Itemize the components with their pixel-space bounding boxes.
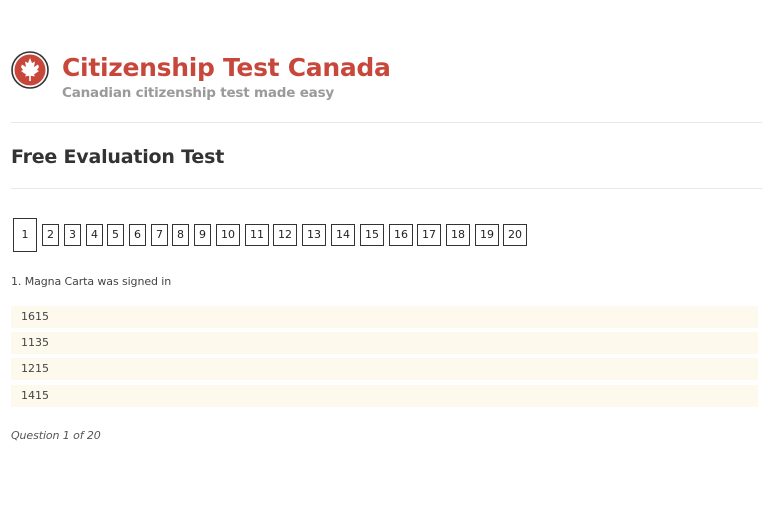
page-button-7[interactable]: 7: [151, 224, 168, 246]
page-button-13[interactable]: 13: [302, 224, 326, 246]
page-button-1[interactable]: 1: [13, 218, 37, 252]
page-button-14[interactable]: 14: [331, 224, 355, 246]
page-title: Free Evaluation Test: [11, 146, 225, 168]
page-button-9[interactable]: 9: [194, 224, 211, 246]
page-button-12[interactable]: 12: [273, 224, 297, 246]
page-button-18[interactable]: 18: [446, 224, 470, 246]
maple-leaf-icon[interactable]: [11, 51, 49, 89]
answer-option-4[interactable]: 1415: [11, 385, 758, 407]
page-button-11[interactable]: 11: [245, 224, 269, 246]
question-text: 1. Magna Carta was signed in: [11, 275, 172, 288]
question-progress: Question 1 of 20: [11, 429, 101, 442]
page-button-16[interactable]: 16: [389, 224, 413, 246]
site-title[interactable]: Citizenship Test Canada: [62, 53, 391, 83]
page-button-5[interactable]: 5: [107, 224, 124, 246]
header-divider: [11, 122, 762, 123]
answer-option-3[interactable]: 1215: [11, 358, 758, 380]
site-header: Citizenship Test Canada Canadian citizen…: [11, 50, 751, 101]
answer-option-1[interactable]: 1615: [11, 306, 758, 328]
page-button-6[interactable]: 6: [129, 224, 146, 246]
title-divider: [11, 188, 762, 189]
page-button-19[interactable]: 19: [475, 224, 499, 246]
site-tagline: Canadian citizenship test made easy: [62, 85, 335, 101]
page-button-17[interactable]: 17: [417, 224, 441, 246]
page-button-15[interactable]: 15: [360, 224, 384, 246]
page-button-10[interactable]: 10: [216, 224, 240, 246]
page-button-4[interactable]: 4: [86, 224, 103, 246]
question-pager: 1 2 3 4 5 6 7 8 9 10 11 12 13 14 15 16 1…: [13, 218, 753, 252]
page-button-8[interactable]: 8: [172, 224, 189, 246]
page-button-2[interactable]: 2: [42, 224, 59, 246]
page-button-20[interactable]: 20: [503, 224, 527, 246]
page-button-3[interactable]: 3: [64, 224, 81, 246]
answer-option-2[interactable]: 1135: [11, 332, 758, 354]
